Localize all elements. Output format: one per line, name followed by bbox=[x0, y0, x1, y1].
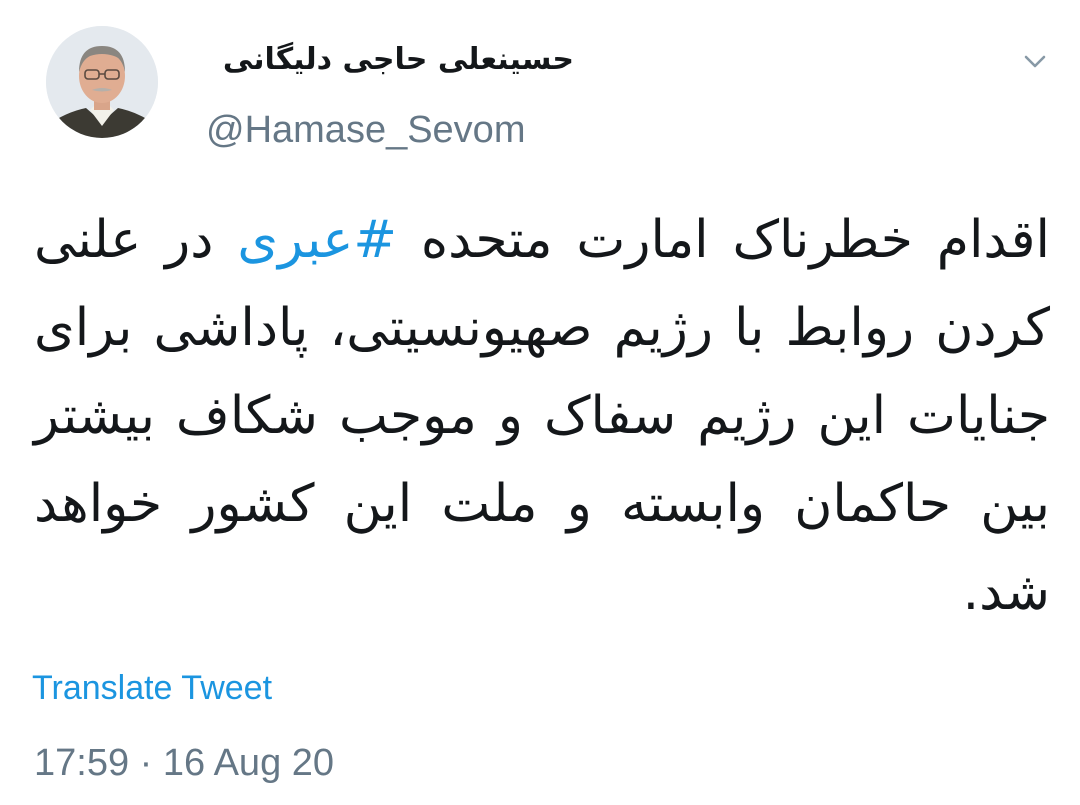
user-handle[interactable]: @Hamase_Sevom bbox=[206, 108, 525, 152]
display-name[interactable]: حسینعلی حاجی دلیگانی bbox=[223, 40, 574, 80]
tweet-card: حسینعلی حاجی دلیگانی @Hamase_Sevom اقدام… bbox=[0, 0, 1080, 805]
tweet-text: اقدام خطرناک امارت متحده #عبری در علنی ک… bbox=[34, 196, 1050, 636]
profile-photo bbox=[46, 26, 158, 138]
tweet-text-end: در علنی کردن روابط با رژیم صهیونسیتی، پا… bbox=[34, 210, 1050, 622]
avatar[interactable] bbox=[46, 26, 158, 138]
chevron-down-icon[interactable] bbox=[1020, 46, 1050, 76]
tweet-timestamp[interactable]: 17:59 · 16 Aug 20 bbox=[34, 740, 334, 786]
tweet-text-start: اقدام خطرناک امارت متحده bbox=[397, 210, 1050, 270]
translate-tweet-link[interactable]: Translate Tweet bbox=[32, 668, 272, 708]
hashtag-link[interactable]: #عبری bbox=[237, 210, 397, 270]
